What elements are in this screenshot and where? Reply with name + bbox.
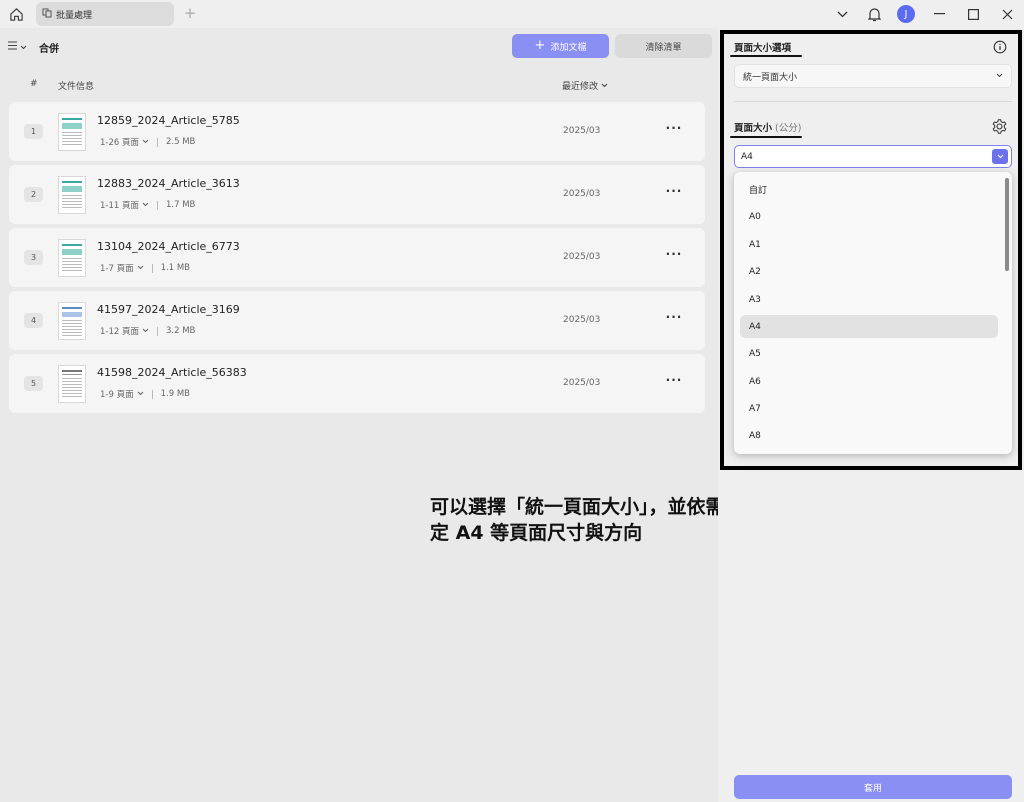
more-options-icon[interactable]: ··· (665, 247, 683, 265)
row-number: 3 (24, 250, 43, 265)
divider (157, 137, 158, 147)
more-options-icon[interactable]: ··· (665, 121, 683, 139)
file-size: 1.1 MB (160, 263, 190, 273)
home-icon[interactable] (6, 4, 26, 24)
chevron-down-icon[interactable] (137, 263, 144, 273)
file-size: 1.7 MB (166, 200, 196, 210)
column-number: # (30, 79, 38, 89)
modified-date: 2025/03 (563, 378, 601, 388)
title-bar: 批量處理 + J (0, 0, 1024, 28)
more-options-icon[interactable]: ··· (665, 310, 683, 328)
file-size: 3.2 MB (166, 326, 196, 336)
file-meta: 1-11 頁面 1.7 MB (100, 199, 195, 211)
plus-icon: + (534, 38, 546, 53)
row-number: 1 (24, 124, 43, 139)
page-range[interactable]: 1-11 頁面 (100, 199, 139, 211)
file-size: 1.9 MB (160, 389, 190, 399)
chevron-down-icon[interactable] (142, 326, 149, 336)
row-number: 2 (24, 187, 43, 202)
modified-date: 2025/03 (563, 252, 601, 262)
column-last-modified-label: 最近修改 (562, 82, 599, 92)
avatar[interactable]: J (890, 0, 922, 28)
table-row[interactable]: 2 12883_2024_Article_3613 1-11 頁面 1.7 MB… (9, 165, 705, 224)
new-tab-button[interactable]: + (182, 4, 198, 22)
page-range[interactable]: 1-12 頁面 (100, 325, 139, 337)
file-meta: 1-7 頁面 1.1 MB (100, 262, 190, 274)
page-range[interactable]: 1-7 頁面 (100, 262, 134, 274)
divider (157, 326, 158, 336)
column-file-info: 文件信息 (58, 82, 95, 92)
table-row[interactable]: 1 12859_2024_Article_5785 1-26 頁面 2.5 MB… (9, 102, 705, 161)
document-thumbnail (58, 365, 86, 403)
page-range[interactable]: 1-9 頁面 (100, 388, 134, 400)
document-thumbnail (58, 113, 86, 151)
document-thumbnail (58, 239, 86, 277)
apply-button[interactable]: 套用 (734, 775, 1012, 799)
maximize-icon[interactable] (956, 0, 990, 28)
tab-label: 批量處理 (56, 10, 93, 21)
document-thumbnail (58, 302, 86, 340)
table-row[interactable]: 5 41598_2024_Article_56383 1-9 頁面 1.9 MB… (9, 354, 705, 413)
document-thumbnail (58, 176, 86, 214)
divider (157, 200, 158, 210)
minimize-icon[interactable] (922, 0, 956, 28)
bell-icon[interactable] (858, 0, 890, 28)
file-name: 41598_2024_Article_56383 (97, 366, 247, 379)
batch-icon (42, 8, 52, 21)
toolbar: 合併 + 添加文檔 清除清單 (0, 30, 716, 64)
page-range[interactable]: 1-26 頁面 (100, 136, 139, 148)
table-header: # 文件信息 最近修改 (0, 76, 716, 94)
file-name: 12883_2024_Article_3613 (97, 177, 240, 190)
modified-date: 2025/03 (563, 315, 601, 325)
file-name: 13104_2024_Article_6773 (97, 240, 240, 253)
table-row[interactable]: 4 41597_2024_Article_3169 1-12 頁面 3.2 MB… (9, 291, 705, 350)
clear-list-button[interactable]: 清除清單 (615, 34, 712, 58)
chevron-down-icon[interactable] (142, 137, 149, 147)
modified-date: 2025/03 (563, 189, 601, 199)
tab-batch[interactable]: 批量處理 (36, 2, 174, 26)
add-document-button[interactable]: + 添加文檔 (512, 34, 609, 58)
menu-icon (8, 40, 18, 53)
file-name: 41597_2024_Article_3169 (97, 303, 240, 316)
table-row[interactable]: 3 13104_2024_Article_6773 1-7 頁面 1.1 MB … (9, 228, 705, 287)
close-icon[interactable] (990, 0, 1024, 28)
file-name: 12859_2024_Article_5785 (97, 114, 240, 127)
chevron-down-icon (20, 40, 27, 53)
row-number: 4 (24, 313, 43, 328)
file-meta: 1-12 頁面 3.2 MB (100, 325, 195, 337)
file-meta: 1-26 頁面 2.5 MB (100, 136, 195, 148)
highlight-frame (720, 30, 1022, 470)
file-meta: 1-9 頁面 1.9 MB (100, 388, 190, 400)
more-options-icon[interactable]: ··· (665, 373, 683, 391)
column-last-modified[interactable]: 最近修改 (562, 79, 608, 92)
add-document-label: 添加文檔 (550, 42, 587, 53)
modified-date: 2025/03 (563, 126, 601, 136)
file-size: 2.5 MB (166, 137, 196, 147)
row-number: 5 (24, 376, 43, 391)
chevron-down-icon[interactable] (137, 389, 144, 399)
chevron-down-icon[interactable] (142, 200, 149, 210)
divider (151, 263, 153, 273)
menu-button[interactable] (8, 40, 27, 53)
more-options-icon[interactable]: ··· (665, 184, 683, 202)
chevron-down-icon[interactable] (826, 0, 858, 28)
divider (151, 389, 153, 399)
page-title: 合併 (39, 44, 59, 55)
chevron-down-icon (601, 81, 608, 91)
